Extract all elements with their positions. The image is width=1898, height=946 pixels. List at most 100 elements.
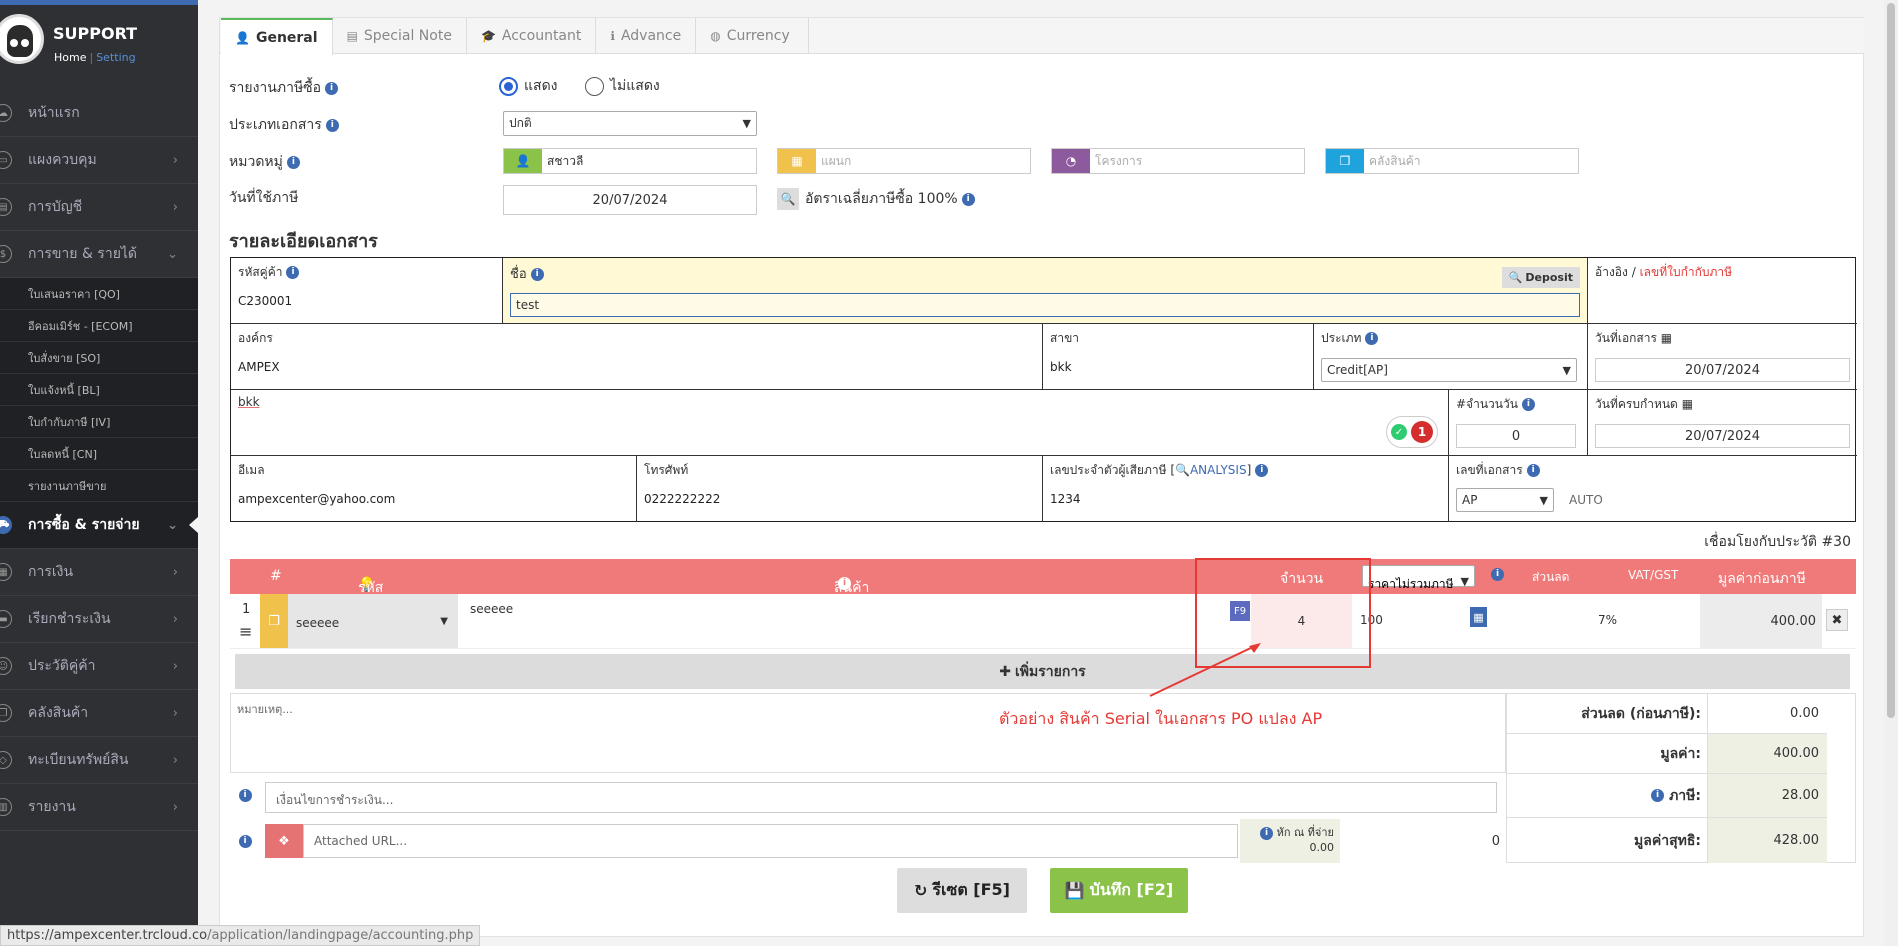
tax-invoice-link[interactable]: เลขที่ใบกำกับภาษี: [1640, 265, 1733, 279]
cloud-icon: ☁: [0, 104, 12, 122]
product-desc[interactable]: seeeee: [470, 602, 513, 616]
analysis-link[interactable]: 🔍ANALYSIS: [1175, 463, 1247, 477]
payment-terms-input[interactable]: เงื่อนไขการชำระเงิน...: [265, 782, 1497, 813]
address-cell: bkk ✓ 1: [231, 390, 1449, 456]
chevron-down-icon: ⌄: [167, 517, 178, 533]
drag-handle-icon[interactable]: ≡: [239, 622, 252, 641]
tab-general[interactable]: 👤 General: [221, 18, 333, 55]
sidebar-item-collection[interactable]: ▬ เรียกชำระเงิน ›: [0, 596, 198, 643]
sidebar-sub-ecom[interactable]: อีคอมเมิร์ช - [ECOM]: [0, 310, 198, 342]
sidebar-item-assets[interactable]: ◇ ทะเบียนทรัพย์สิน ›: [0, 737, 198, 784]
sidebar-sub-billing[interactable]: ใบแจ้งหนี้ [BL]: [0, 374, 198, 406]
remark-textarea[interactable]: หมายเหตุ...: [230, 693, 1506, 773]
info-icon: i: [530, 268, 544, 281]
wht-value: 0.00: [1309, 841, 1335, 854]
sidebar-sub-sales-tax-report[interactable]: รายงานภาษีขาย: [0, 470, 198, 502]
org-value: AMPEX: [238, 360, 280, 374]
logo[interactable]: [0, 14, 44, 64]
info-icon: i: [1255, 464, 1269, 477]
price-mode-select[interactable]: ราคาไม่รวมภาษี ▼: [1362, 565, 1475, 591]
sidebar-item-reports[interactable]: ▥ รายงาน ›: [0, 784, 198, 831]
category-project-field[interactable]: ◔ โครงการ: [1051, 148, 1305, 174]
details-heading: รายละเอียดเอกสาร: [229, 231, 378, 252]
sidebar-item-home[interactable]: ☁ หน้าแรก: [0, 90, 198, 137]
info-icon: i: [1491, 568, 1504, 581]
chevron-right-icon: ›: [172, 564, 178, 580]
reset-button[interactable]: ↻ รีเซต [F5]: [897, 868, 1027, 913]
category-warehouse-field[interactable]: ❒ คลังสินค้า: [1325, 148, 1579, 174]
tab-currency[interactable]: ◍ Currency: [696, 18, 809, 54]
sidebar-item-finance[interactable]: ▦ การเงิน ›: [0, 549, 198, 596]
add-row-button[interactable]: ✚ เพิ่มรายการ: [235, 654, 1850, 689]
duedate-input[interactable]: 20/07/2024: [1595, 424, 1850, 448]
home-link[interactable]: Home: [54, 51, 86, 64]
sidebar-item-warehouse[interactable]: ❒ คลังสินค้า ›: [0, 690, 198, 737]
doc-type-select[interactable]: ปกติ ▼: [503, 111, 757, 136]
copy-icon[interactable]: ❐: [260, 594, 288, 648]
radio-hide[interactable]: ไม่แสดง: [585, 75, 660, 97]
address-textarea[interactable]: bkk: [238, 395, 1441, 409]
auto-label: AUTO: [1569, 493, 1603, 507]
sidebar-item-accounting[interactable]: ▤ การบัญชี ›: [0, 184, 198, 231]
sidebar-item-partner-history[interactable]: ☺ ประวัติคู่ค้า ›: [0, 643, 198, 690]
badge-count: 1: [1411, 421, 1433, 443]
search-icon[interactable]: 🔍: [777, 188, 799, 210]
calculator-icon[interactable]: ▦: [1470, 607, 1487, 627]
grid-header: # 💡 รหัส สินค้า i จำนวน ราคาไม่รวมภาษี ▼ i…: [230, 559, 1856, 596]
vertical-scrollbar[interactable]: [1884, 0, 1898, 946]
type-select[interactable]: Credit[AP] ▼: [1321, 358, 1577, 382]
chevron-down-icon: ▼: [1460, 575, 1469, 588]
days-input[interactable]: 0: [1456, 424, 1576, 448]
info-icon: i: [961, 192, 975, 206]
chevron-right-icon: ›: [172, 752, 178, 768]
sidebar: SUPPORT Home | Setting ☁ หน้าแรก ▭ แผงควบคุม…: [0, 0, 198, 946]
sidebar-item-dashboard[interactable]: ▭ แผงควบคุม ›: [0, 137, 198, 184]
radio-show[interactable]: แสดง: [499, 75, 558, 97]
calendar-icon: ▦: [1681, 397, 1694, 411]
info-icon: i: [1526, 464, 1540, 477]
wht-amount[interactable]: 0: [1340, 819, 1506, 863]
sidebar-item-sales[interactable]: $ การขาย & รายได้ ⌄: [0, 231, 198, 278]
tab-advance[interactable]: ℹ Advance: [596, 18, 697, 54]
info-icon: i: [325, 81, 339, 95]
docdate-input[interactable]: 20/07/2024: [1595, 358, 1850, 382]
attached-url-input[interactable]: Attached URL...: [303, 824, 1238, 858]
sidebar-sub-credit-note[interactable]: ใบลดหนี้ [CN]: [0, 438, 198, 470]
tab-special-note[interactable]: ▤ Special Note: [333, 18, 467, 54]
docno-prefix-select[interactable]: AP ▼: [1456, 488, 1554, 512]
dropbox-icon[interactable]: ❖: [265, 824, 303, 858]
radio-hide-circle[interactable]: [585, 76, 604, 96]
sidebar-menu: ☁ หน้าแรก ▭ แผงควบคุม › ▤ การบัญชี › $ การขาย …: [0, 90, 198, 831]
sidebar-sub-invoice[interactable]: ใบกำกับภาษี [IV]: [0, 406, 198, 438]
totals-box: ส่วนลด (ก่อนภาษี): 0.00 มูลค่า: 400.00 i…: [1506, 693, 1856, 863]
scrollbar-thumb[interactable]: [1887, 3, 1895, 718]
category-person-field[interactable]: 👤 สชาวลี: [503, 148, 757, 174]
setting-link[interactable]: Setting: [96, 51, 135, 64]
info-icon: i: [838, 577, 851, 590]
chevron-down-icon: ▼: [1539, 493, 1548, 507]
row-number: 1: [242, 602, 251, 617]
tax-date-input[interactable]: 20/07/2024: [503, 185, 757, 215]
deposit-button[interactable]: 🔍 Deposit: [1501, 267, 1580, 288]
save-button[interactable]: 💾 บันทึก [F2]: [1050, 868, 1188, 913]
name-input[interactable]: test: [510, 293, 1580, 317]
info-icon: i: [1521, 398, 1535, 411]
tab-accountant[interactable]: 🎓 Accountant: [467, 18, 597, 54]
cube-icon: ❒: [1326, 149, 1364, 173]
radio-show-circle[interactable]: [499, 76, 518, 96]
code-select[interactable]: seeeee ▼: [288, 594, 458, 648]
info-icon: i: [1365, 332, 1379, 345]
sidebar-item-purchases[interactable]: ⛟ การซื้อ & รายจ่าย ⌄: [0, 502, 198, 549]
category-dept-field[interactable]: ▦ แผนก: [777, 148, 1031, 174]
sidebar-sub-quotation[interactable]: ใบเสนอราคา [QO]: [0, 278, 198, 310]
org-cell: องค์กร AMPEX: [231, 324, 1043, 390]
sidebar-sub-sales-order[interactable]: ใบสั่งขาย [SO]: [0, 342, 198, 374]
grammar-widget[interactable]: ✓ 1: [1386, 416, 1438, 448]
info-icon: i: [1260, 826, 1274, 840]
amount-value: 400.00: [1700, 594, 1822, 648]
vat-select[interactable]: 7%: [1598, 613, 1617, 627]
brand-links: Home | Setting: [54, 51, 136, 64]
search-icon: 🔍: [1508, 271, 1523, 284]
delete-row-icon[interactable]: ✖: [1826, 609, 1848, 631]
tax-total: 28.00: [1707, 774, 1827, 818]
